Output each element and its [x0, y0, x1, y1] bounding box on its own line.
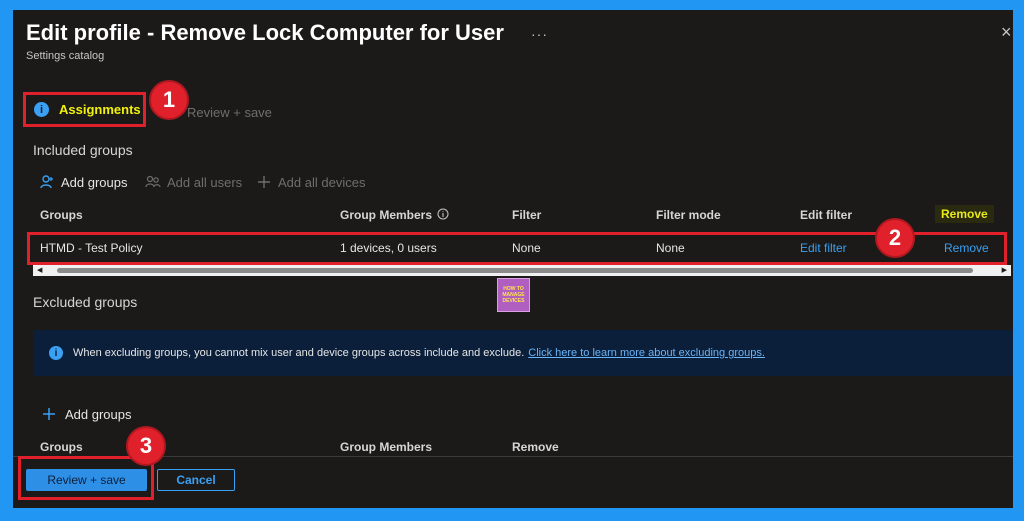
scroll-right-icon[interactable]: ▶ — [1002, 266, 1007, 274]
remove-link[interactable]: Remove — [944, 241, 989, 255]
included-groups-label: Included groups — [33, 142, 133, 158]
add-all-devices-label: Add all devices — [278, 174, 366, 190]
more-options-icon[interactable]: ··· — [531, 26, 548, 42]
plus-icon — [258, 176, 270, 188]
info-icon: i — [34, 102, 49, 117]
edit-filter-link[interactable]: Edit filter — [800, 241, 847, 255]
column-header-filter-mode: Filter mode — [656, 208, 721, 222]
plus-icon — [43, 408, 55, 420]
add-all-users-button[interactable]: Add all users — [145, 174, 242, 190]
edit-profile-panel: Edit profile - Remove Lock Computer for … — [13, 10, 1013, 508]
cell-group-members: 1 devices, 0 users — [340, 241, 437, 255]
add-user-icon — [40, 175, 53, 189]
info-message-text: When excluding groups, you cannot mix us… — [73, 347, 525, 359]
column-header-group-members: Group Members — [340, 208, 449, 222]
cell-filter: None — [512, 241, 541, 255]
info-message-bar: i When excluding groups, you cannot mix … — [33, 330, 1013, 376]
excluded-column-header-group-members: Group Members — [340, 440, 433, 454]
excluded-column-header-remove: Remove — [512, 440, 559, 454]
info-circle-icon[interactable] — [437, 208, 449, 220]
cancel-button[interactable]: Cancel — [157, 469, 235, 491]
column-header-remove: Remove — [935, 205, 994, 223]
watermark-line-3: DEVICES — [502, 298, 525, 304]
tab-assignments[interactable]: i Assignments — [23, 92, 146, 127]
callout-badge-3: 3 — [126, 426, 166, 466]
learn-more-link[interactable]: Click here to learn more about excluding… — [528, 347, 765, 359]
excluded-groups-label: Excluded groups — [33, 294, 138, 310]
excluded-column-header-groups: Groups — [40, 440, 83, 454]
scroll-left-icon[interactable]: ◀ — [37, 266, 42, 274]
add-all-users-label: Add all users — [167, 174, 243, 190]
column-header-edit-filter: Edit filter — [800, 208, 853, 222]
column-header-group-members-label: Group Members — [340, 208, 433, 222]
add-groups-label: Add groups — [61, 174, 128, 190]
close-icon[interactable]: × — [1001, 22, 1012, 43]
add-excluded-groups-label: Add groups — [65, 406, 132, 422]
page-subtitle: Settings catalog — [26, 50, 105, 62]
page-title: Edit profile - Remove Lock Computer for … — [26, 20, 504, 45]
add-all-devices-button[interactable]: Add all devices — [256, 174, 365, 190]
callout-badge-1: 1 — [149, 80, 189, 120]
horizontal-scrollbar[interactable]: ◀ ▶ — [33, 265, 1011, 276]
tab-review-save[interactable]: Review + save — [187, 105, 272, 120]
add-groups-button[interactable]: Add groups — [39, 174, 128, 190]
review-save-button[interactable]: Review + save — [26, 469, 147, 491]
cell-group-name: HTMD - Test Policy — [40, 241, 143, 255]
cell-filter-mode: None — [656, 241, 685, 255]
watermark-logo: HOW TO MANAGE DEVICES — [497, 278, 530, 312]
tab-assignments-label: Assignments — [59, 102, 141, 117]
add-excluded-groups-button[interactable]: Add groups — [41, 406, 132, 422]
column-header-groups: Groups — [40, 208, 83, 222]
users-icon — [145, 175, 161, 188]
info-icon: i — [49, 346, 63, 360]
scrollbar-thumb[interactable] — [57, 268, 973, 273]
column-header-filter: Filter — [512, 208, 542, 222]
callout-badge-2: 2 — [875, 218, 915, 258]
